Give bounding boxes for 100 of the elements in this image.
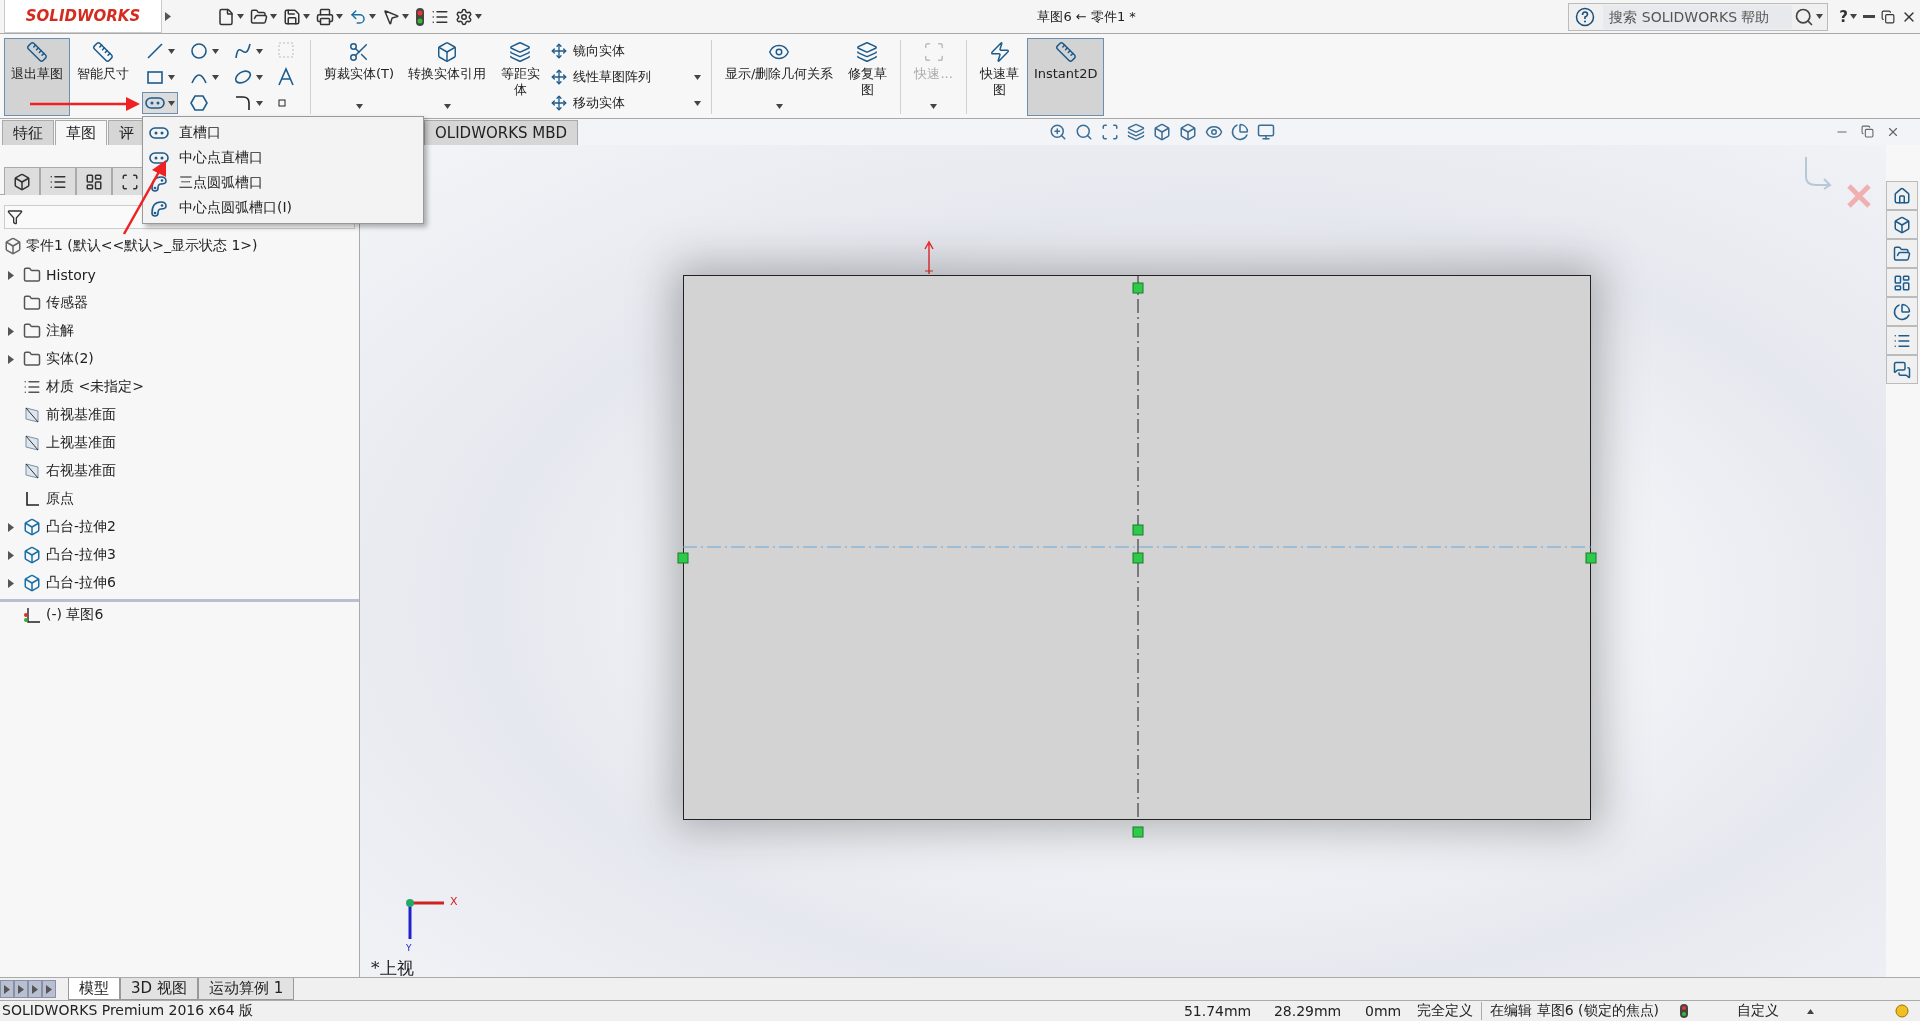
task-pane-button[interactable] xyxy=(1886,297,1918,326)
view-tool-icon[interactable] xyxy=(1231,123,1249,141)
tree-item[interactable]: 原点 xyxy=(46,490,74,508)
caret-icon xyxy=(168,100,175,106)
command-tab[interactable]: 特征 xyxy=(2,120,54,145)
view-tool-icon[interactable] xyxy=(1075,123,1093,141)
ribbon-button[interactable]: 等距实体 xyxy=(493,38,548,116)
command-tab[interactable]: OLIDWORKS MBD xyxy=(424,120,579,145)
chart-icon xyxy=(1893,302,1911,321)
tree-item[interactable]: 上视基准面 xyxy=(46,434,116,452)
settings-icon xyxy=(455,7,473,26)
cube-icon xyxy=(436,41,459,63)
tree-item[interactable]: (-) 草图6 xyxy=(46,605,104,624)
tree-item[interactable]: History xyxy=(46,267,96,283)
slot-icon xyxy=(145,96,165,110)
tree-item[interactable]: 前视基准面 xyxy=(46,406,116,424)
folder-icon xyxy=(23,266,41,284)
search-field[interactable]: 搜索 SOLIDWORKS 帮助 xyxy=(1568,2,1829,31)
caret-icon xyxy=(270,14,277,19)
ribbon-command[interactable]: 移动实体 xyxy=(551,94,702,112)
tree-item[interactable]: 凸台-拉伸3 xyxy=(46,546,116,564)
ribbon-button[interactable]: Instant2D xyxy=(1026,38,1105,116)
line-icon xyxy=(145,41,165,61)
tree-item[interactable]: 注解 xyxy=(46,322,74,340)
units-selector[interactable]: 自定义 xyxy=(1729,1002,1787,1020)
caret-icon xyxy=(402,14,409,19)
task-pane-button[interactable] xyxy=(1886,210,1918,239)
folder-icon xyxy=(23,322,41,340)
tree-item[interactable]: 传感器 xyxy=(46,294,88,312)
task-pane-button[interactable] xyxy=(1886,181,1918,210)
ribbon-button[interactable]: 退出草图 xyxy=(4,38,70,116)
minimize-icon xyxy=(1863,15,1875,18)
slot-icon xyxy=(149,125,169,140)
tree-item[interactable]: 右视基准面 xyxy=(46,462,116,480)
caret-icon xyxy=(1807,1008,1814,1014)
help-icon xyxy=(1575,6,1596,27)
menu-item[interactable]: 中心点直槽口 xyxy=(143,145,423,170)
view-tool-icon[interactable] xyxy=(1049,123,1067,141)
close-button[interactable] xyxy=(1886,125,1900,139)
tab-scroll-button[interactable] xyxy=(14,980,28,998)
tree-item[interactable]: 凸台-拉伸2 xyxy=(46,518,116,536)
printer-icon xyxy=(316,7,334,26)
ribbon-command[interactable]: 线性草图阵列 xyxy=(551,68,702,86)
restore-button[interactable] xyxy=(1861,125,1874,138)
caret-icon xyxy=(475,14,482,19)
model-tab[interactable]: 3D 视图 xyxy=(120,978,198,1000)
task-pane-button[interactable] xyxy=(1886,326,1918,355)
fillet-icon xyxy=(233,93,253,113)
ribbon-button[interactable]: 转换实体引用 xyxy=(401,38,494,116)
tab-scroll-button[interactable] xyxy=(28,980,42,998)
model-tab[interactable]: 运动算例 1 xyxy=(197,978,295,1000)
panel-tab[interactable] xyxy=(4,167,40,195)
tree-item[interactable]: 零件1 (默认<<默认>_显示状态 1>) xyxy=(26,237,258,255)
view-tool-icon[interactable] xyxy=(1101,123,1119,141)
panel-tab[interactable] xyxy=(40,167,76,195)
task-pane-button[interactable] xyxy=(1886,355,1918,384)
folder-icon xyxy=(23,294,41,312)
caret-icon xyxy=(1850,14,1857,19)
dimension-icon xyxy=(92,41,114,63)
command-tab[interactable]: 草图 xyxy=(55,120,107,145)
view-tool-icon[interactable] xyxy=(1257,123,1275,141)
y-coordinate: 28.29mm xyxy=(1272,1003,1343,1019)
caret-icon xyxy=(336,14,343,19)
tree-item[interactable]: 凸台-拉伸6 xyxy=(46,574,116,592)
ribbon-button[interactable]: 快速草图 xyxy=(972,38,1027,116)
slot-tool-button[interactable] xyxy=(142,92,178,114)
panel-tab[interactable] xyxy=(76,167,112,195)
caret-icon xyxy=(1816,14,1824,19)
ribbon-button[interactable]: 修复草图 xyxy=(840,38,895,116)
layout-icon xyxy=(1893,273,1911,292)
undo-icon xyxy=(349,7,367,26)
task-pane-button[interactable] xyxy=(1886,268,1918,297)
caret-icon xyxy=(212,48,219,54)
cancel-icon xyxy=(1846,183,1872,209)
tab-scroll-button[interactable] xyxy=(0,980,14,998)
tree-item[interactable]: 材质 <未指定> xyxy=(46,378,144,396)
ribbon-button[interactable]: 剪裁实体(T) xyxy=(317,38,402,116)
view-tool-icon[interactable] xyxy=(1127,123,1145,141)
menu-item[interactable]: 直槽口 xyxy=(143,120,423,145)
ribbon-button[interactable]: 智能尺寸 xyxy=(70,38,136,116)
caret-icon xyxy=(168,48,175,54)
x-coordinate: 51.74mm xyxy=(1182,1003,1253,1019)
view-tool-icon[interactable] xyxy=(1205,123,1223,141)
help-button[interactable]: ? xyxy=(1836,2,1860,31)
triangle-icon xyxy=(165,12,171,21)
filter-icon xyxy=(7,209,23,225)
caret-icon xyxy=(237,14,244,19)
pointer-icon xyxy=(382,7,400,26)
view-tool-icon[interactable] xyxy=(1153,123,1171,141)
view-tool-icon[interactable] xyxy=(1179,123,1197,141)
home-icon xyxy=(1893,186,1911,205)
tab-scroll-button[interactable] xyxy=(42,980,56,998)
tree-item[interactable]: 实体(2) xyxy=(46,350,94,368)
ribbon-button[interactable]: 显示/删除几何关系 xyxy=(718,38,841,116)
cube-icon xyxy=(13,172,31,191)
model-tab[interactable]: 模型 xyxy=(68,978,120,1000)
folder-icon xyxy=(250,7,268,26)
task-pane-button[interactable] xyxy=(1886,239,1918,268)
menu-item[interactable]: 中心点圆弧槽口(I) xyxy=(143,195,423,220)
ribbon-command[interactable]: 镜向实体 xyxy=(551,42,702,60)
